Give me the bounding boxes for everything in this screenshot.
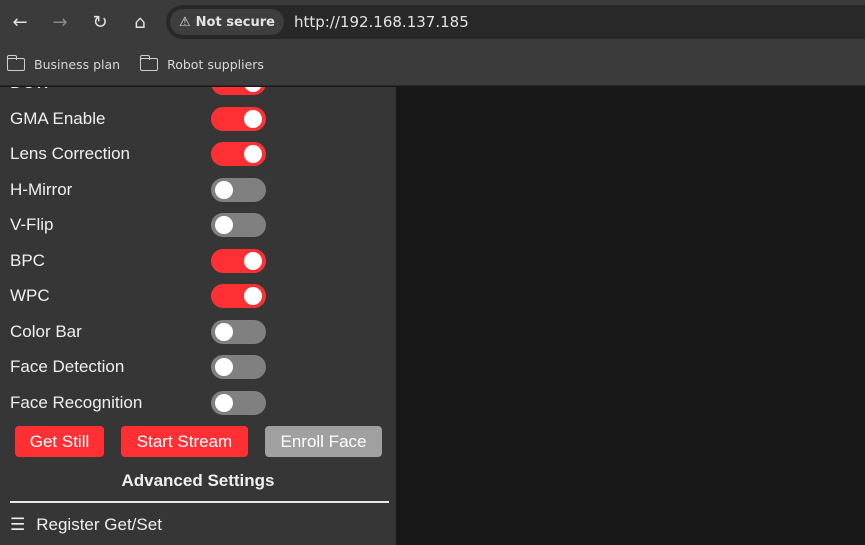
toggle-label: BPC [10, 250, 45, 270]
toggle-row: Face Recognition [10, 388, 270, 418]
toggle-knob [215, 393, 233, 412]
color-bar-toggle[interactable] [211, 319, 266, 344]
toggle-knob [244, 287, 262, 305]
bookmark-label: Robot suppliers [167, 57, 264, 72]
folder-icon [6, 55, 25, 71]
bookmark-business-plan[interactable]: Business plan [6, 55, 121, 72]
toggle-knob [215, 358, 233, 376]
settings-panel: DCW GMA Enable Lens Correction H-Mirror V-Fl… [0, 87, 396, 545]
warning-icon: ⚠ [179, 14, 191, 30]
toggle-row: WPC [10, 281, 270, 311]
address-bar[interactable]: ⚠ Not secure http://192.168.137.185 [166, 5, 865, 39]
get-still-button[interactable]: Get Still [15, 426, 104, 457]
enroll-face-button[interactable]: Enroll Face [265, 426, 382, 457]
toggle-knob [244, 251, 262, 270]
wpc-toggle[interactable] [211, 284, 266, 308]
home-icon[interactable]: ⌂ [120, 12, 160, 33]
url-text[interactable]: http://192.168.137.185 [294, 13, 469, 31]
gma-enable-toggle[interactable] [211, 106, 266, 131]
forward-icon[interactable]: → [40, 12, 80, 33]
toggle-knob [215, 180, 233, 199]
security-label: Not secure [195, 14, 275, 30]
browser-toolbar: ← → ↻ ⌂ ⚠ Not secure http://192.168.137.1… [0, 0, 865, 44]
toggle-knob [244, 109, 262, 128]
face-recognition-toggle[interactable] [211, 390, 266, 415]
toggle-row: V-Flip [10, 210, 270, 240]
start-stream-button[interactable]: Start Stream [121, 426, 248, 457]
toggle-knob [215, 322, 233, 341]
v-flip-toggle[interactable] [211, 213, 266, 237]
divider [10, 501, 389, 503]
toggle-knob [215, 216, 233, 234]
dcw-toggle[interactable] [211, 87, 266, 95]
toggle-label: V-Flip [10, 215, 54, 234]
toggle-label: H-Mirror [10, 179, 73, 199]
toggle-label: Color Bar [10, 321, 82, 341]
toggle-row: Color Bar [10, 317, 270, 347]
toggle-row: DCW [10, 87, 270, 98]
toggle-label: GMA Enable [10, 108, 106, 128]
bookmarks-bar: Business plan Robot suppliers [0, 44, 865, 86]
toggle-knob [244, 87, 262, 92]
h-mirror-toggle[interactable] [211, 177, 266, 202]
toggle-row: Lens Correction [10, 139, 270, 169]
toggle-row: GMA Enable [10, 104, 270, 134]
menu-icon: ☰ [10, 515, 26, 535]
toggle-row: H-Mirror [10, 175, 270, 205]
lens-correction-toggle[interactable] [211, 142, 266, 166]
toggle-label: Lens Correction [10, 144, 131, 163]
bookmark-label: Business plan [34, 57, 121, 72]
advanced-settings-heading: Advanced Settings [121, 471, 275, 490]
bpc-toggle[interactable] [211, 248, 266, 273]
bookmark-robot-suppliers[interactable]: Robot suppliers [139, 55, 264, 72]
toggle-label: Face Detection [10, 357, 125, 376]
register-get-set-toggle[interactable]: ☰ Register Get/Set [10, 515, 162, 535]
toggle-label: DCW [10, 87, 211, 93]
back-icon[interactable]: ← [0, 12, 40, 33]
video-area [396, 87, 865, 545]
toggle-label: Face Recognition [10, 392, 143, 412]
toggle-row: BPC [10, 246, 270, 276]
reload-icon[interactable]: ↻ [80, 12, 120, 33]
toggle-knob [244, 145, 262, 163]
security-chip[interactable]: ⚠ Not secure [170, 9, 284, 35]
toggle-label: WPC [10, 286, 50, 305]
folder-icon [139, 55, 159, 71]
face-detection-toggle[interactable] [211, 355, 266, 379]
toggle-row: Face Detection [10, 352, 270, 382]
register-label: Register Get/Set [36, 515, 162, 534]
